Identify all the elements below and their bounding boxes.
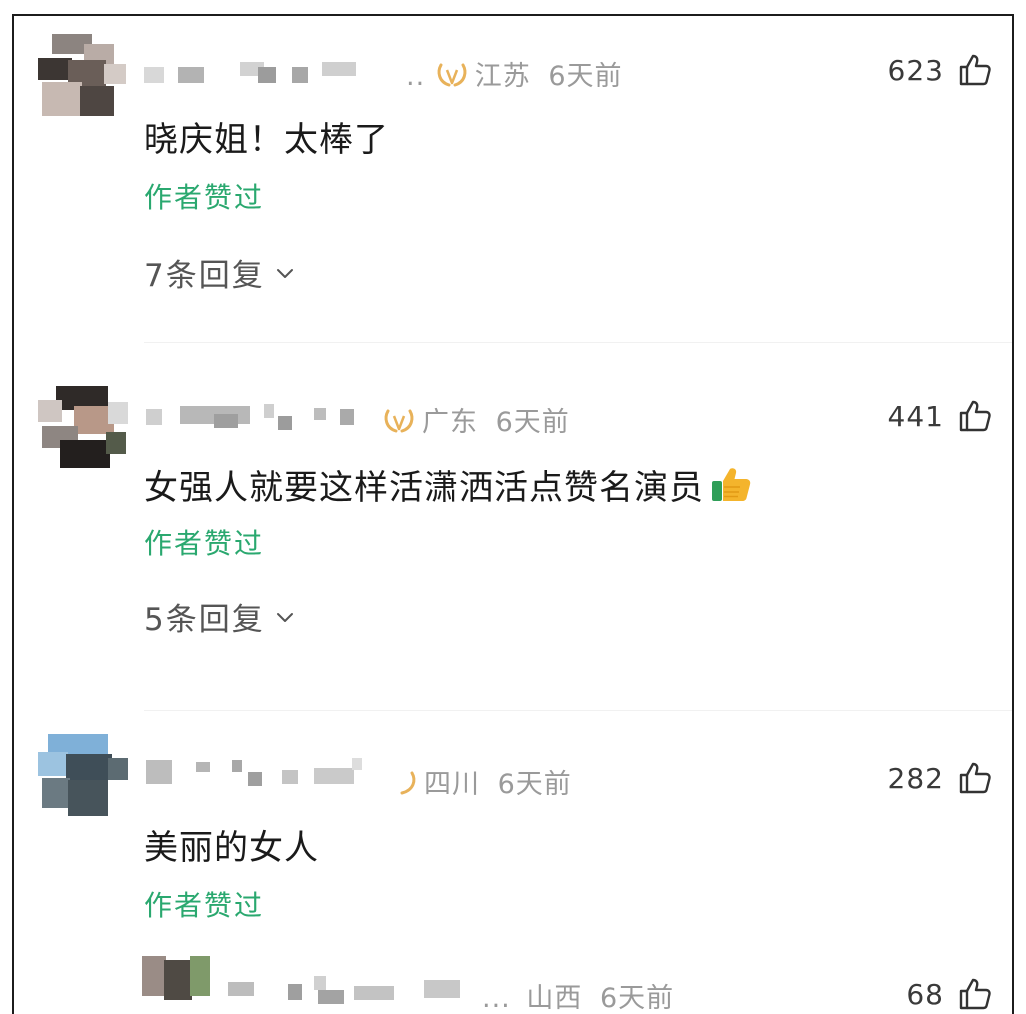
author-liked-label: 作者赞过	[144, 181, 265, 214]
comment-item: ... 山西 6天前 68	[14, 946, 1012, 1014]
comment-text: 晓庆姐！太棒了	[144, 120, 389, 160]
chevron-down-icon	[276, 268, 293, 278]
timestamp: 6天前	[548, 61, 623, 92]
username-blurred[interactable]	[144, 62, 404, 88]
region: 四川	[424, 769, 480, 800]
thumbs-up-outline-icon	[959, 400, 991, 432]
ellipsis: ...	[482, 983, 511, 1014]
like-count: 441	[887, 399, 944, 433]
comment-list: .. 江苏 6天前 623 晓庆姐！太棒了 作者赞过 7条回复 广东 6天前 4…	[12, 14, 1014, 1014]
thumbs-up-outline-icon	[959, 762, 991, 794]
comment-item: 广东 6天前 441 女强人就要这样活潇洒活点赞名演员 作者赞过 5条回复	[14, 346, 1012, 716]
ellipsis: ..	[406, 61, 426, 92]
region: 广东	[422, 407, 478, 438]
replies-count: 7条回复	[144, 258, 265, 294]
chevron-down-icon	[276, 612, 293, 622]
laurel-badge-icon	[400, 771, 416, 795]
timestamp: 6天前	[497, 769, 572, 800]
comment-text: 女强人就要这样活潇洒活点赞名演员	[144, 460, 752, 509]
divider	[144, 342, 1012, 343]
comment-meta: 四川 6天前	[394, 762, 572, 801]
thumbs-up-outline-icon	[959, 54, 991, 86]
timestamp: 6天前	[495, 407, 570, 438]
like-count: 282	[887, 761, 944, 795]
replies-count: 5条回复	[144, 602, 265, 638]
comment-item: .. 江苏 6天前 623 晓庆姐！太棒了 作者赞过 7条回复	[14, 16, 1012, 346]
avatar[interactable]	[38, 386, 128, 472]
divider	[144, 710, 1012, 711]
username-blurred[interactable]	[144, 758, 374, 786]
laurel-badge-icon	[384, 409, 414, 433]
comment-text-body: 女强人就要这样活潇洒活点赞名演员	[144, 468, 704, 508]
like-button[interactable]: 282	[888, 758, 992, 798]
region: 江苏	[474, 61, 531, 92]
avatar[interactable]	[38, 734, 128, 820]
comment-item: 四川 6天前 282 美丽的女人 作者赞过	[14, 716, 1012, 946]
view-replies-button[interactable]: 7条回复	[144, 250, 295, 295]
like-button[interactable]: 68	[906, 974, 992, 1014]
comment-meta: .. 江苏 6天前	[406, 54, 623, 93]
like-button[interactable]: 441	[888, 396, 992, 436]
author-liked-label: 作者赞过	[144, 889, 265, 922]
timestamp: 6天前	[599, 983, 675, 1014]
username-blurred[interactable]	[228, 976, 488, 1004]
avatar[interactable]	[38, 34, 128, 120]
like-button[interactable]: 623	[888, 50, 992, 90]
comment-text: 美丽的女人	[144, 828, 319, 868]
comment-meta: ... 山西 6天前	[482, 976, 674, 1014]
laurel-badge-icon	[437, 63, 467, 87]
region: 山西	[526, 983, 583, 1014]
username-blurred[interactable]	[144, 404, 354, 430]
author-liked-label: 作者赞过	[144, 527, 265, 560]
view-replies-button[interactable]: 5条回复	[144, 594, 295, 639]
avatar[interactable]	[142, 956, 212, 1014]
like-count: 623	[887, 53, 944, 87]
comment-meta: 广东 6天前	[382, 400, 570, 439]
thumbs-up-emoji-icon	[712, 468, 751, 501]
